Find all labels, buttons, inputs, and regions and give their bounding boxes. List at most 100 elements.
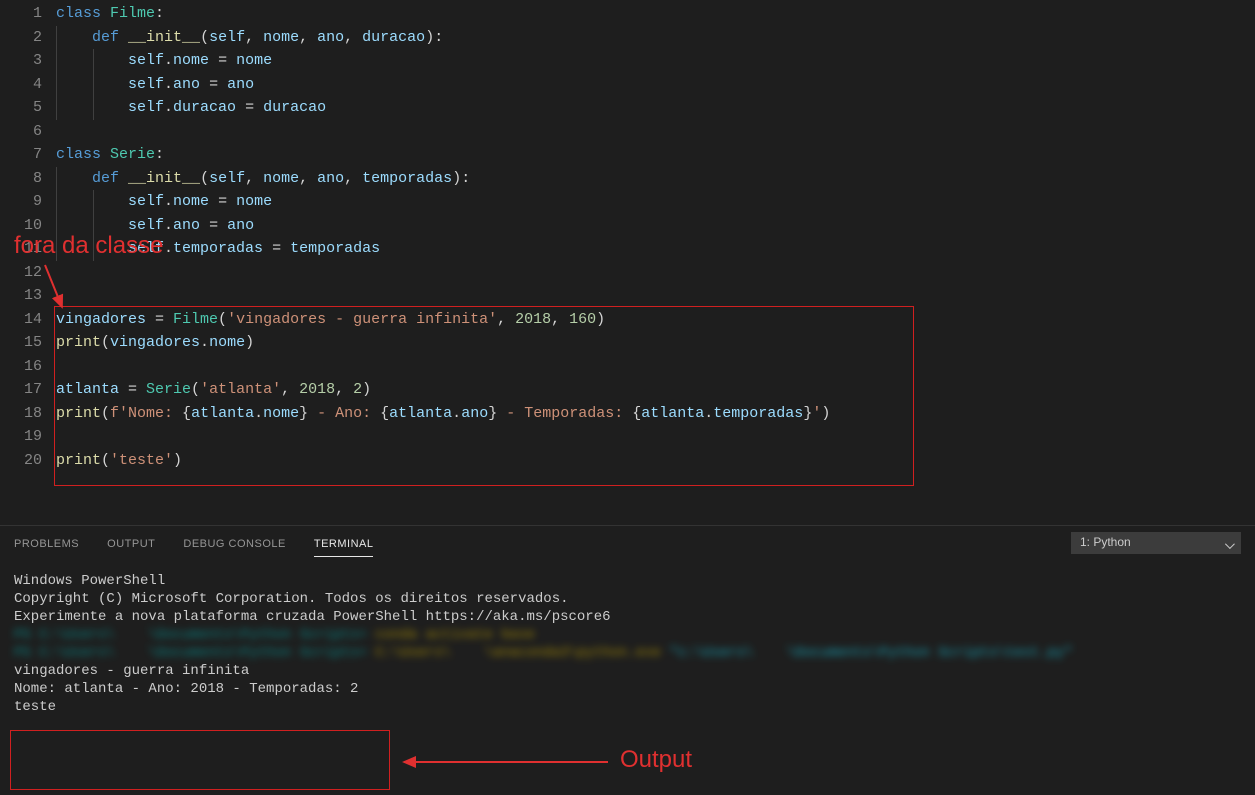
tab-debug-console[interactable]: DEBUG CONSOLE	[183, 530, 285, 556]
string: 'atlanta'	[200, 381, 281, 398]
var: temporadas	[290, 240, 380, 257]
attr: nome	[263, 405, 299, 422]
self: self	[128, 76, 164, 93]
terminal-selector[interactable]: 1: Python	[1071, 532, 1241, 554]
attr: nome	[209, 334, 245, 351]
class-name: Filme	[110, 5, 155, 22]
line-number: 8	[0, 167, 42, 191]
param: duracao	[362, 29, 425, 46]
line-number: 19	[0, 425, 42, 449]
self: self	[128, 217, 164, 234]
class-name: Filme	[173, 311, 218, 328]
keyword: class	[56, 146, 101, 163]
line-number: 6	[0, 120, 42, 144]
function-name: __init__	[128, 29, 200, 46]
param: temporadas	[362, 170, 452, 187]
var: ano	[227, 217, 254, 234]
code-editor[interactable]: 1234567891011121314151617181920 class Fi…	[0, 0, 1255, 525]
line-number: 3	[0, 49, 42, 73]
line-number: 20	[0, 449, 42, 473]
var: vingadores	[56, 311, 146, 328]
number: 2018	[515, 311, 551, 328]
class-name: Serie	[110, 146, 155, 163]
terminal-line: Nome: atlanta - Ano: 2018 - Temporadas: …	[14, 680, 1241, 698]
line-number: 10	[0, 214, 42, 238]
panel-tabbar: PROBLEMS OUTPUT DEBUG CONSOLE TERMINAL 1…	[0, 526, 1255, 560]
number: 2018	[299, 381, 335, 398]
line-number: 7	[0, 143, 42, 167]
number: 160	[569, 311, 596, 328]
line-number: 15	[0, 331, 42, 355]
terminal-line: vingadores - guerra infinita	[14, 662, 1241, 680]
keyword: def	[92, 29, 119, 46]
param: self	[209, 170, 245, 187]
var: nome	[236, 52, 272, 69]
tab-terminal[interactable]: TERMINAL	[314, 530, 374, 557]
builtin: print	[56, 452, 101, 469]
line-number: 12	[0, 261, 42, 285]
code-area[interactable]: class Filme: def __init__(self, nome, an…	[56, 0, 1255, 525]
tab-problems[interactable]: PROBLEMS	[14, 530, 79, 556]
var: duracao	[263, 99, 326, 116]
function-name: __init__	[128, 170, 200, 187]
terminal-line-blurred: PS C:\Users\ \Documents\Python Scripts> …	[14, 626, 1241, 644]
param: nome	[263, 170, 299, 187]
line-number: 4	[0, 73, 42, 97]
terminal-output[interactable]: Windows PowerShellCopyright (C) Microsof…	[0, 560, 1255, 795]
line-number: 17	[0, 378, 42, 402]
param: ano	[317, 29, 344, 46]
line-number: 14	[0, 308, 42, 332]
line-number: 13	[0, 284, 42, 308]
var: ano	[227, 76, 254, 93]
string: 'teste'	[110, 452, 173, 469]
param: nome	[263, 29, 299, 46]
terminal-line: Experimente a nova plataforma cruzada Po…	[14, 608, 1241, 626]
line-number: 2	[0, 26, 42, 50]
punct: :	[155, 146, 164, 163]
terminal-line: teste	[14, 698, 1241, 716]
line-number: 16	[0, 355, 42, 379]
attr: nome	[173, 193, 209, 210]
var: atlanta	[56, 381, 119, 398]
line-number: 11	[0, 237, 42, 261]
var: vingadores	[110, 334, 200, 351]
builtin: print	[56, 405, 101, 422]
builtin: print	[56, 334, 101, 351]
string: - Temporadas:	[497, 405, 632, 422]
string: f'Nome:	[110, 405, 182, 422]
param: self	[209, 29, 245, 46]
tab-output[interactable]: OUTPUT	[107, 530, 155, 556]
bottom-panel: PROBLEMS OUTPUT DEBUG CONSOLE TERMINAL 1…	[0, 525, 1255, 795]
terminal-line-blurred: PS C:\Users\ \Documents\Python Scripts> …	[14, 644, 1241, 662]
var: atlanta	[191, 405, 254, 422]
string: - Ano:	[308, 405, 380, 422]
attr: ano	[173, 76, 200, 93]
keyword: def	[92, 170, 119, 187]
terminal-selector-label: 1: Python	[1080, 535, 1131, 549]
string: 'vingadores - guerra infinita'	[227, 311, 497, 328]
class-name: Serie	[146, 381, 191, 398]
attr: temporadas	[173, 240, 263, 257]
var: atlanta	[641, 405, 704, 422]
terminal-line: Copyright (C) Microsoft Corporation. Tod…	[14, 590, 1241, 608]
var: nome	[236, 193, 272, 210]
punct: :	[155, 5, 164, 22]
attr: temporadas	[713, 405, 803, 422]
keyword: class	[56, 5, 101, 22]
line-number-gutter: 1234567891011121314151617181920	[0, 0, 56, 525]
line-number: 9	[0, 190, 42, 214]
number: 2	[353, 381, 362, 398]
line-number: 5	[0, 96, 42, 120]
line-number: 18	[0, 402, 42, 426]
string: '	[812, 405, 821, 422]
self: self	[128, 240, 164, 257]
self: self	[128, 99, 164, 116]
self: self	[128, 193, 164, 210]
self: self	[128, 52, 164, 69]
attr: ano	[173, 217, 200, 234]
attr: duracao	[173, 99, 236, 116]
param: ano	[317, 170, 344, 187]
line-number: 1	[0, 2, 42, 26]
attr: nome	[173, 52, 209, 69]
terminal-line: Windows PowerShell	[14, 572, 1241, 590]
